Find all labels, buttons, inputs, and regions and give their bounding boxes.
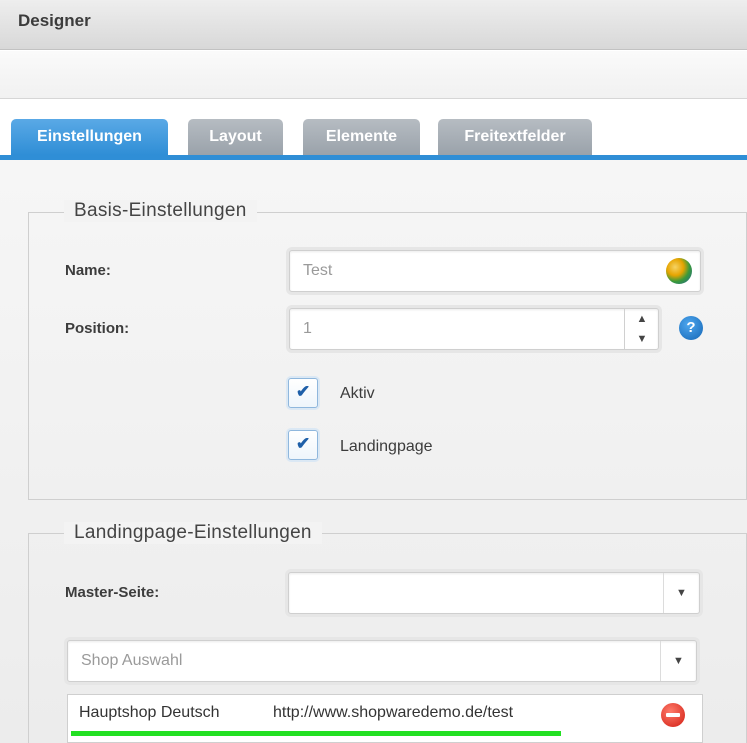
landingpage-settings-legend: Landingpage-Einstellungen (64, 522, 322, 544)
window-titlebar: Designer (0, 0, 747, 50)
tab-elemente[interactable]: Elemente (303, 119, 420, 155)
list-item[interactable]: Hauptshop Deutsch http://www.shopwaredem… (68, 695, 702, 733)
check-icon: ✔ (296, 382, 311, 401)
position-number-field[interactable]: 1 ▲ ▼ (289, 308, 659, 350)
basis-settings-legend: Basis-Einstellungen (64, 200, 257, 222)
arrow-down-icon[interactable]: ▼ (625, 329, 659, 349)
master-page-combobox[interactable]: ▼ (288, 572, 700, 614)
aktiv-checkbox[interactable]: ✔ (288, 378, 318, 408)
shop-url: http://www.shopwaredemo.de/test (273, 704, 514, 721)
position-value: 1 (303, 320, 312, 337)
name-input-value: Test (303, 262, 333, 279)
remove-icon[interactable] (661, 703, 685, 727)
name-label: Name: (65, 262, 111, 279)
check-icon: ✔ (296, 434, 311, 453)
globe-icon[interactable] (666, 258, 692, 284)
progress-bar (71, 731, 561, 736)
shop-list: Hauptshop Deutsch http://www.shopwaredem… (67, 694, 703, 743)
position-label: Position: (65, 320, 130, 337)
name-input[interactable]: Test (289, 250, 701, 292)
landingpage-label: Landingpage (340, 438, 433, 455)
shop-name: Hauptshop Deutsch (79, 704, 220, 721)
shop-select-placeholder: Shop Auswahl (81, 652, 183, 669)
window-title: Designer (18, 11, 91, 30)
shop-select-combobox[interactable]: Shop Auswahl ▼ (67, 640, 697, 682)
aktiv-label: Aktiv (340, 385, 375, 402)
toolbar (0, 51, 747, 99)
tab-layout[interactable]: Layout (188, 119, 283, 155)
arrow-up-icon[interactable]: ▲ (625, 309, 659, 329)
landingpage-checkbox[interactable]: ✔ (288, 430, 318, 460)
tab-freitextfelder[interactable]: Freitextfelder (438, 119, 592, 155)
help-icon[interactable]: ? (679, 316, 703, 340)
master-page-label: Master-Seite: (65, 584, 160, 601)
position-spinner: ▲ ▼ (624, 309, 658, 349)
tab-einstellungen[interactable]: Einstellungen (11, 119, 168, 155)
chevron-down-icon[interactable]: ▼ (663, 573, 699, 613)
chevron-down-icon[interactable]: ▼ (660, 641, 696, 681)
